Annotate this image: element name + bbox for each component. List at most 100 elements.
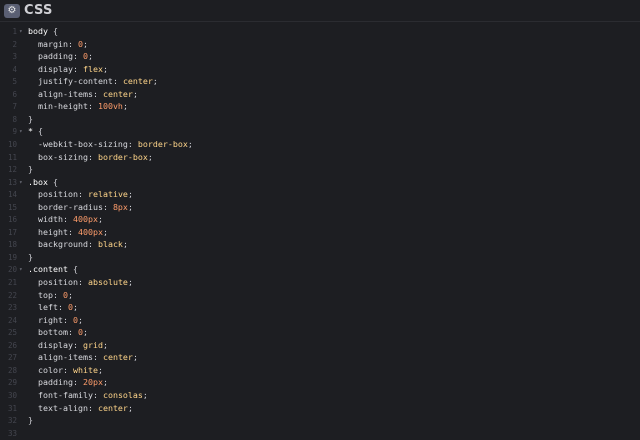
css-value: absolute — [87, 277, 128, 287]
code-text: } — [28, 113, 33, 124]
code-line[interactable]: 23 left: 0; — [0, 301, 640, 314]
line-number: 27 — [7, 353, 17, 363]
css-property: align-items — [38, 352, 93, 363]
code-line[interactable]: 9 ▾ * { — [0, 125, 640, 138]
fold-arrow-icon[interactable]: ▾ — [19, 263, 25, 276]
code-text: left: 0; — [38, 302, 78, 313]
code-text: text-align: center; — [38, 402, 133, 413]
fold-arrow-icon[interactable]: ▾ — [19, 176, 25, 189]
line-number: 21 — [7, 278, 17, 287]
code-text: min-height: 100vh; — [38, 101, 128, 112]
code-line[interactable]: 7 min-height: 100vh; — [0, 100, 640, 113]
css-value: black — [97, 239, 123, 250]
code-text: -webkit-box-sizing: border-box; — [38, 138, 193, 149]
css-value: center — [122, 76, 153, 87]
css-property: position — [38, 277, 78, 287]
line-number: 5 — [12, 77, 17, 87]
code-line[interactable]: 29 padding: 20px; — [0, 376, 640, 389]
css-property: display — [38, 63, 73, 74]
code-text: top: 0; — [38, 289, 73, 300]
css-value: center — [97, 402, 128, 413]
line-number: 25 — [7, 328, 17, 338]
line-number: 29 — [7, 378, 17, 388]
css-property: position — [38, 189, 78, 200]
line-number: 16 — [7, 215, 17, 225]
code-line[interactable]: 19} — [0, 251, 640, 264]
code-line[interactable]: 11 box-sizing: border-box; — [0, 151, 640, 164]
code-text: body { — [28, 26, 58, 36]
css-value: 0 — [72, 314, 78, 325]
css-value: grid — [82, 339, 103, 350]
css-value: flex — [82, 63, 103, 74]
line-number: 24 — [7, 315, 17, 325]
code-line[interactable]: 27 align-items: center; — [0, 351, 640, 364]
code-text: padding: 20px; — [38, 377, 108, 388]
line-number: 28 — [7, 365, 17, 375]
code-line[interactable]: 21 position: absolute; — [0, 276, 640, 289]
css-value: center — [102, 88, 133, 99]
css-value: 0 — [77, 38, 83, 49]
code-line[interactable]: 8} — [0, 113, 640, 126]
css-value: 0 — [82, 51, 88, 62]
css-property: padding — [38, 51, 73, 62]
line-number: 11 — [7, 152, 17, 162]
css-value: border-box — [97, 151, 148, 162]
code-line[interactable]: 22 top: 0; — [0, 289, 640, 302]
code-line[interactable]: 16 width: 400px; — [0, 213, 640, 226]
code-line[interactable]: 28 color: white; — [0, 364, 640, 377]
code-line[interactable]: 25 bottom: 0; — [0, 326, 640, 339]
code-line[interactable]: 13 ▾ .box { — [0, 176, 640, 189]
code-text: bottom: 0; — [38, 327, 88, 338]
code-text: * { — [28, 126, 43, 137]
css-value: 0 — [63, 289, 68, 300]
css-property: text-align — [38, 402, 88, 413]
code-text: width: 400px; — [38, 214, 103, 225]
code-line[interactable]: 31 text-align: center; — [0, 402, 640, 415]
code-line[interactable]: 12} — [0, 163, 640, 176]
fold-arrow-icon[interactable]: ▾ — [19, 25, 25, 38]
code-line[interactable]: 4 display: flex; — [0, 63, 640, 76]
css-selector: body — [28, 26, 48, 36]
code-line[interactable]: 24 right: 0; — [0, 314, 640, 327]
code-line[interactable]: 20 ▾ .content { — [0, 263, 640, 276]
code-line[interactable]: 15 border-radius: 8px; — [0, 201, 640, 214]
css-property: margin — [38, 38, 68, 49]
code-editor[interactable]: 1 ▾ body {2 margin: 0; 3 padding: 0; 4 displ… — [0, 23, 640, 438]
code-text: } — [28, 251, 33, 262]
code-line[interactable]: 26 display: grid; — [0, 339, 640, 352]
css-value: consolas — [102, 389, 143, 400]
line-number: 19 — [7, 252, 17, 262]
code-line[interactable]: 30 font-family: consolas; — [0, 389, 640, 402]
code-line[interactable]: 32} — [0, 414, 640, 427]
css-property: top — [38, 289, 53, 300]
css-value: border-box — [137, 138, 188, 149]
css-property: display — [38, 339, 73, 350]
code-line[interactable]: 14 position: relative; — [0, 188, 640, 201]
line-number: 14 — [7, 190, 17, 200]
fold-arrow-icon[interactable]: ▾ — [19, 125, 25, 138]
code-line[interactable]: 6 align-items: center; — [0, 88, 640, 101]
code-line[interactable]: 2 margin: 0; — [0, 38, 640, 51]
line-number: 32 — [7, 416, 17, 426]
line-number: 3 — [12, 52, 17, 62]
css-value: white — [72, 364, 98, 375]
css-value: 400px — [77, 226, 103, 237]
css-property: background — [38, 239, 88, 250]
css-value: relative — [87, 189, 128, 200]
css-selector: .content — [28, 264, 68, 275]
line-number: 6 — [12, 89, 17, 99]
code-line[interactable]: 17 height: 400px; — [0, 226, 640, 239]
code-text: right: 0; — [38, 314, 83, 325]
code-text: box-sizing: border-box; — [38, 151, 153, 162]
gear-icon[interactable]: ⚙ — [4, 4, 20, 18]
line-number: 10 — [7, 139, 17, 149]
code-text: position: absolute; — [38, 277, 133, 287]
code-text: align-items: center; — [38, 88, 138, 99]
code-line[interactable]: 5 justify-content: center; — [0, 75, 640, 88]
code-line[interactable]: 1 ▾ body { — [0, 25, 640, 38]
line-number: 2 — [12, 39, 17, 49]
code-line[interactable]: 18 background: black; — [0, 238, 640, 251]
code-text: padding: 0; — [38, 51, 93, 62]
code-line[interactable]: 10 -webkit-box-sizing: border-box; — [0, 138, 640, 151]
code-line[interactable]: 3 padding: 0; — [0, 50, 640, 63]
